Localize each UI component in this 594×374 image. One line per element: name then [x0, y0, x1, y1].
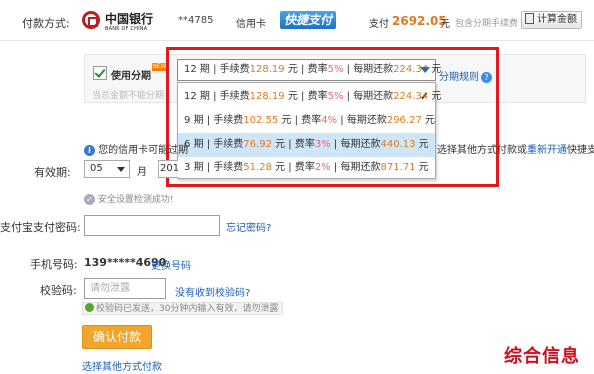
payment-method-label: 付款方式: [22, 17, 70, 30]
expiry-year-select[interactable]: 2012 [158, 160, 178, 178]
pay-amount: 2692.05 [392, 14, 447, 28]
bank-of-china-logo: 中国银行 BANK OF CHINA [80, 8, 153, 34]
verification-code-input[interactable]: 请勿泄露 [84, 278, 166, 299]
card-number: **4785 [178, 15, 214, 26]
caret-down-icon [117, 167, 125, 172]
forgot-password-link[interactable]: 忘记密码? [226, 219, 271, 234]
info-icon: i [84, 145, 95, 156]
divider [0, 40, 594, 41]
password-field[interactable] [84, 215, 220, 236]
reopen-link[interactable]: 重新开通 [527, 145, 567, 156]
calculate-amount-button[interactable]: 计算金额 [521, 11, 582, 29]
watermark: 综合信息 [504, 346, 580, 367]
confirm-payment-button[interactable]: 确认付款 [82, 325, 152, 349]
new-tag: NEW [152, 63, 167, 71]
installment-sub-note: 当总金额不能分期 [92, 91, 165, 101]
expiry-label: 有效期: [34, 166, 71, 179]
other-method-link[interactable]: 选择其他方式付款 [82, 358, 162, 373]
card-expired-notice-right: 选择其他方式付款或重新开通快捷支付。 [437, 145, 594, 156]
expiry-month-select[interactable]: 05 [84, 160, 130, 178]
pay-unit: 元 [440, 19, 450, 30]
card-type: 信用卡 [236, 19, 266, 30]
password-label: 支付宝支付密码: [0, 221, 81, 234]
calculator-icon [525, 13, 534, 24]
fee-note: 包含分期手续费 [455, 19, 519, 29]
secure-check-note: ✓ 安全设置检测成功! [84, 192, 173, 205]
card-expired-notice: i 您的信用卡可能过期 [84, 141, 188, 156]
not-received-link[interactable]: 没有收到校验码? [175, 284, 250, 299]
pay-label: 支付 [369, 19, 389, 30]
month-sep: 月 [137, 167, 147, 178]
code-label: 校验码: [40, 284, 77, 297]
change-number-link[interactable]: 更换号码 [151, 257, 191, 272]
shield-check-icon: ✓ [84, 194, 95, 205]
quickpay-badge: 快捷支付 [280, 11, 337, 29]
use-installment-checkbox[interactable] [93, 66, 107, 80]
highlight-frame [166, 47, 499, 187]
use-installment-label: 使用分期 [111, 71, 151, 82]
code-sent-hint: 校验码已发送，30分钟内输入有效，请勿泄露 [82, 302, 284, 315]
check-circle-icon [85, 303, 94, 312]
phone-label: 手机号码: [30, 258, 78, 271]
